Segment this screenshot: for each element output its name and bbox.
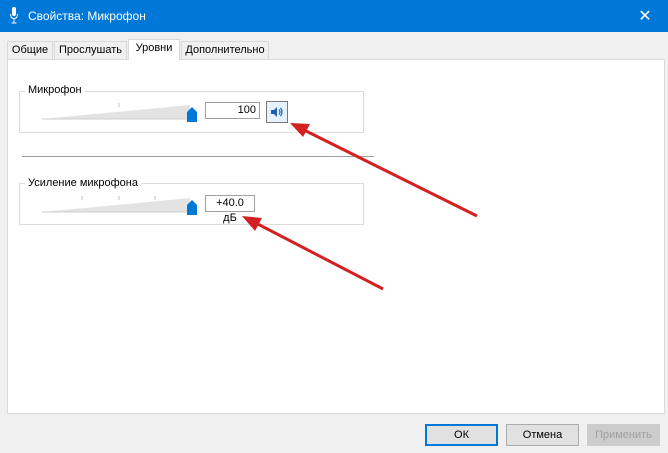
- apply-button[interactable]: Применить: [587, 424, 660, 446]
- ok-button[interactable]: ОК: [425, 424, 498, 446]
- section-divider: [22, 156, 374, 157]
- levels-panel: Микрофон 100 Усиление микрофона +40.0 дБ: [7, 59, 665, 414]
- tab-listen[interactable]: Прослушать: [54, 41, 127, 59]
- microphone-icon: [10, 7, 18, 24]
- speaker-icon: [271, 107, 283, 117]
- microphone-slider[interactable]: [42, 102, 202, 122]
- mute-button[interactable]: [266, 101, 288, 123]
- tab-advanced[interactable]: Дополнительно: [181, 41, 269, 59]
- microphone-boost-field[interactable]: +40.0 дБ: [205, 195, 255, 224]
- microphone-boost-slider[interactable]: [42, 195, 202, 215]
- microphone-label: Микрофон: [25, 84, 85, 96]
- window-title: Свойства: Микрофон: [28, 9, 146, 23]
- microphone-boost-label: Усиление микрофона: [25, 177, 141, 189]
- tab-levels[interactable]: Уровни: [128, 39, 180, 60]
- tab-general[interactable]: Общие: [7, 41, 53, 59]
- title-bar: Свойства: Микрофон ✕: [0, 0, 668, 32]
- close-icon: ✕: [638, 8, 652, 25]
- cancel-button[interactable]: Отмена: [506, 424, 579, 446]
- microphone-level-field[interactable]: 100: [205, 102, 260, 119]
- close-button[interactable]: ✕: [622, 0, 668, 32]
